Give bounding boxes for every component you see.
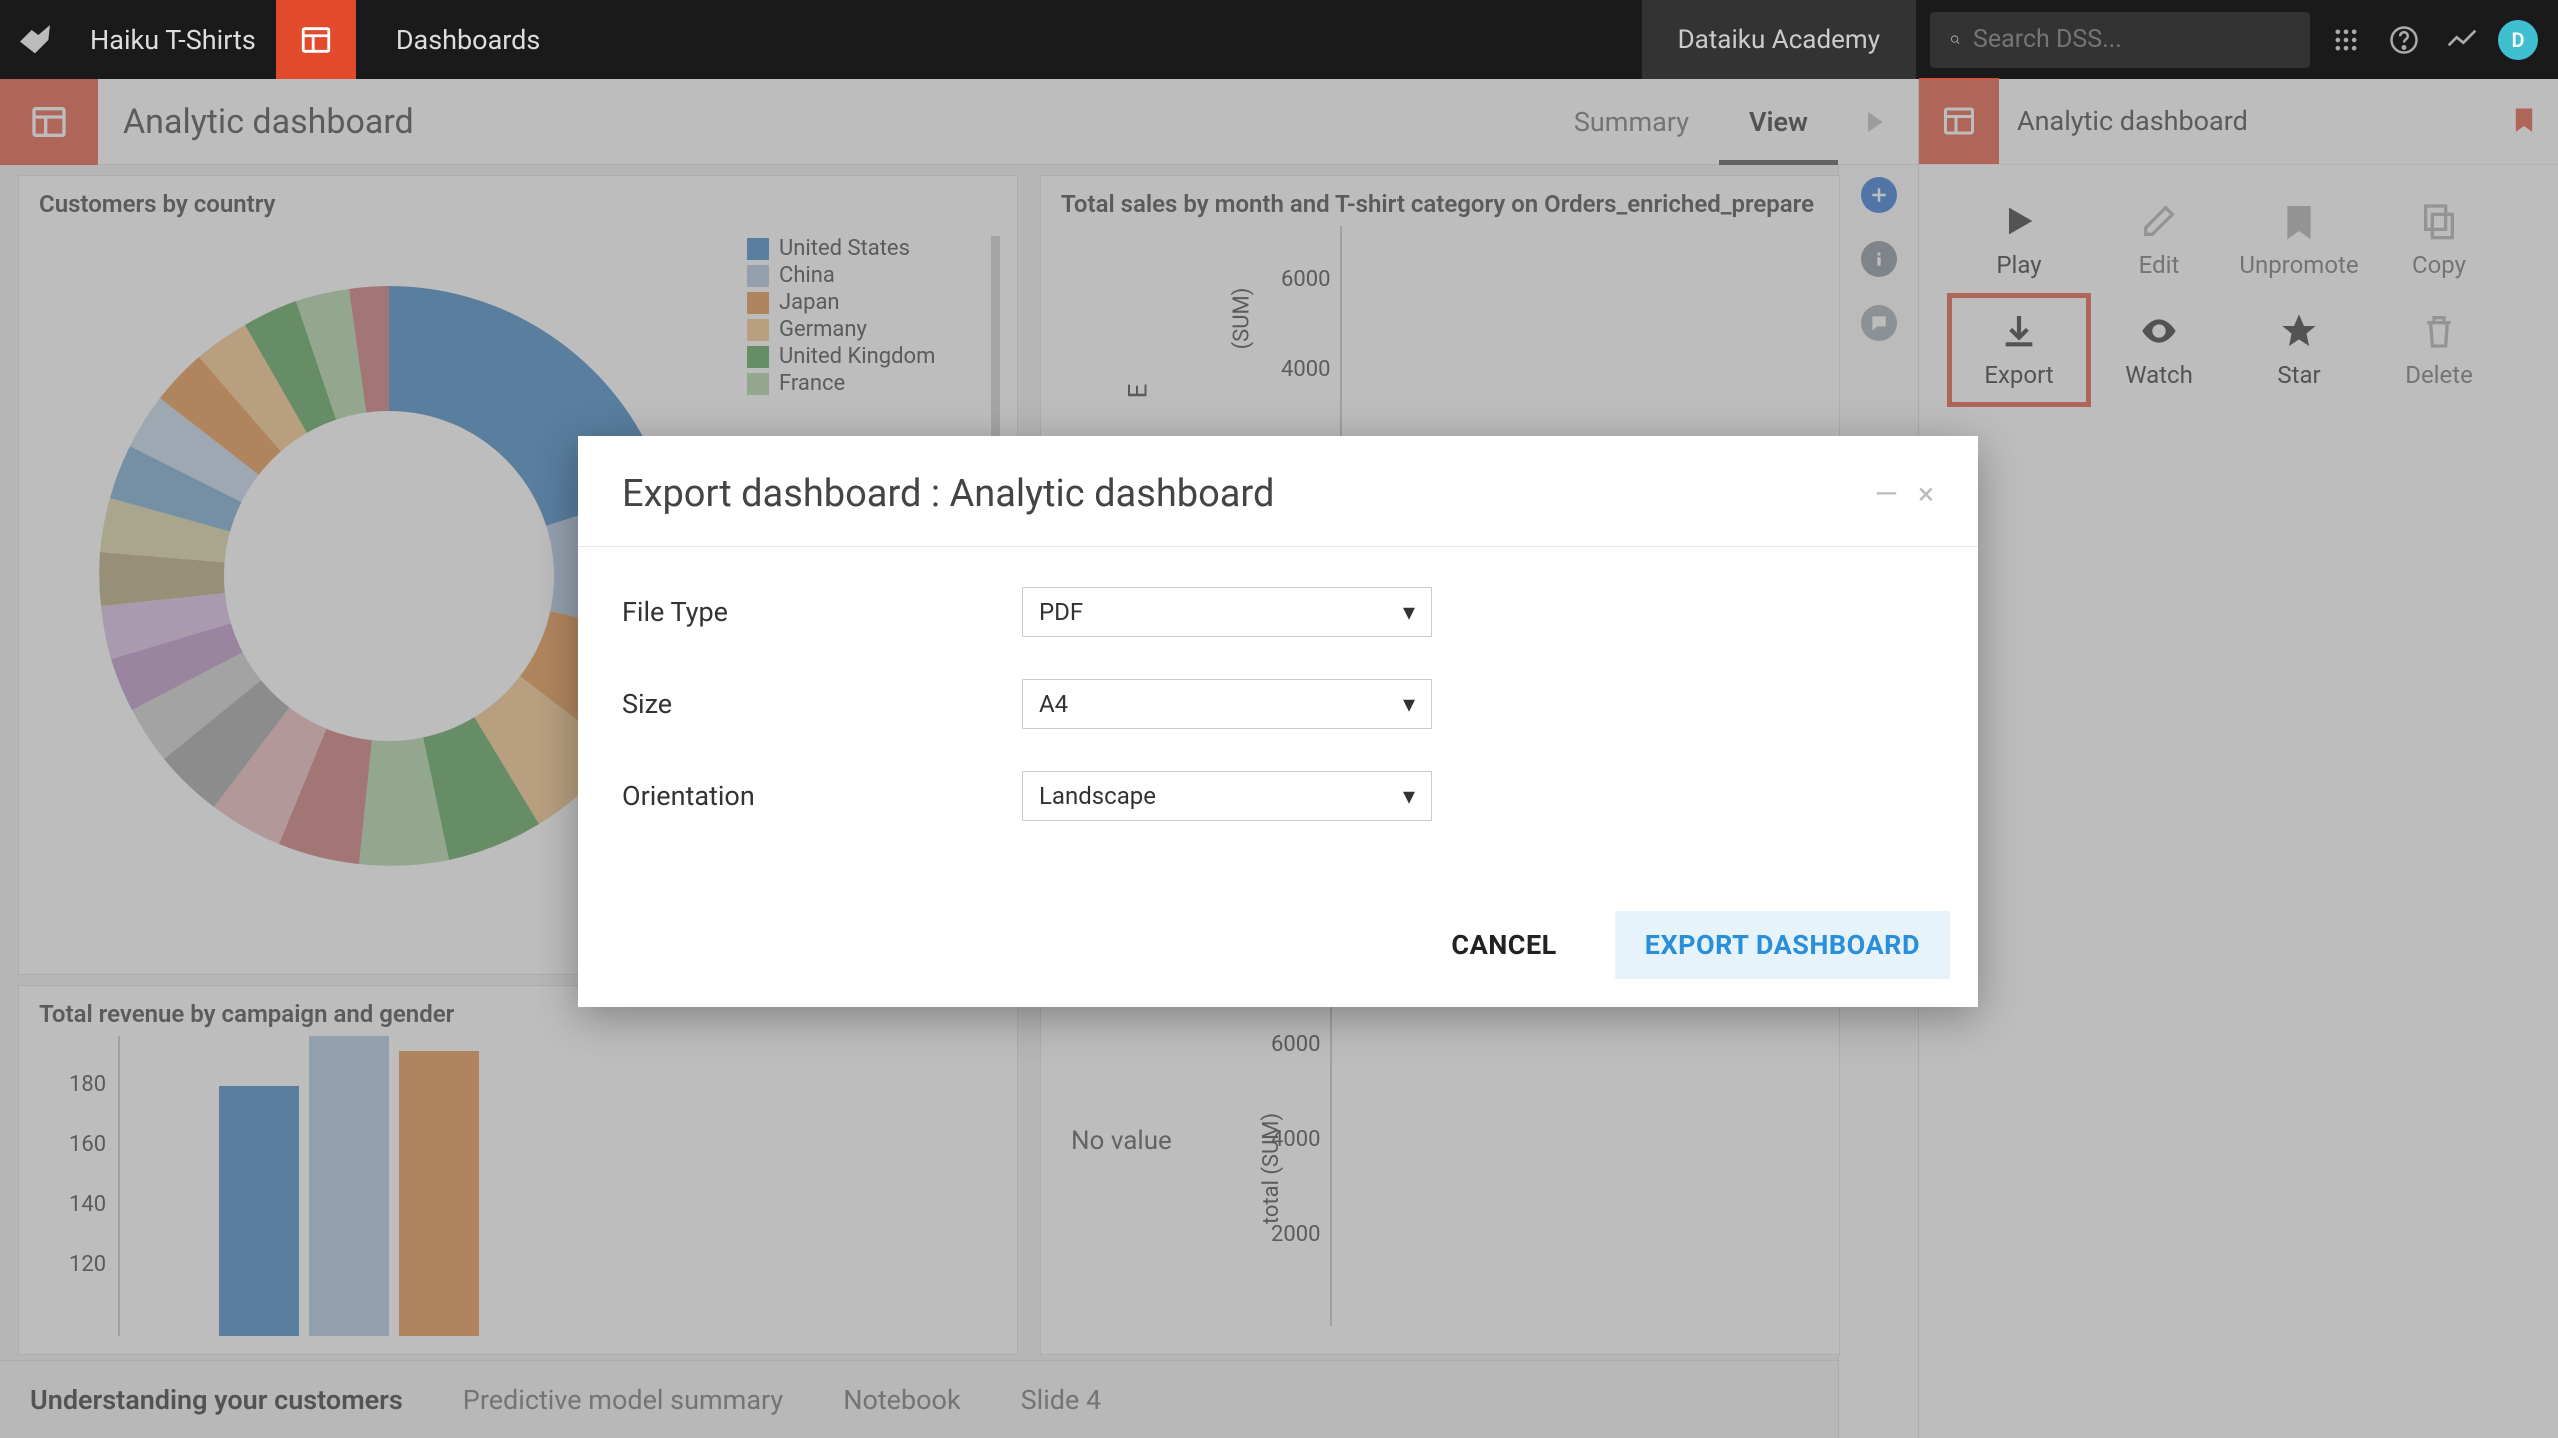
size-select[interactable]: A4▾: [1022, 679, 1432, 729]
activity-icon[interactable]: [2440, 18, 2484, 62]
topbar-left: Haiku T-Shirts Dashboards: [0, 0, 580, 79]
help-icon[interactable]: [2382, 18, 2426, 62]
file-type-select[interactable]: PDF▾: [1022, 587, 1432, 637]
search-icon: [1950, 27, 1961, 53]
chevron-down-icon: ▾: [1403, 690, 1415, 718]
chevron-down-icon: ▾: [1403, 598, 1415, 626]
export-modal: Export dashboard : Analytic dashboard — …: [578, 436, 1978, 1007]
search-box[interactable]: [1930, 12, 2310, 68]
modal-footer: CANCEL EXPORT DASHBOARD: [578, 893, 1978, 1007]
orientation-select[interactable]: Landscape▾: [1022, 771, 1432, 821]
apps-grid-icon[interactable]: [2324, 18, 2368, 62]
project-name[interactable]: Haiku T-Shirts: [70, 24, 276, 56]
dataiku-logo-icon[interactable]: [0, 0, 70, 79]
modal-header: Export dashboard : Analytic dashboard — …: [578, 436, 1978, 547]
orientation-label: Orientation: [622, 780, 1022, 812]
modal-title: Export dashboard : Analytic dashboard: [622, 472, 1274, 516]
form-row-file-type: File Type PDF▾: [622, 587, 1934, 637]
chevron-down-icon: ▾: [1403, 782, 1415, 810]
minimize-icon[interactable]: —: [1875, 477, 1898, 512]
form-row-orientation: Orientation Landscape▾: [622, 771, 1934, 821]
dashboard-glyph-tab[interactable]: [276, 0, 356, 79]
academy-button[interactable]: Dataiku Academy: [1642, 0, 1916, 79]
top-navbar: Haiku T-Shirts Dashboards Dataiku Academ…: [0, 0, 2558, 79]
cancel-button[interactable]: CANCEL: [1421, 911, 1586, 979]
topbar-right: Dataiku Academy D: [1642, 0, 2558, 79]
file-type-label: File Type: [622, 596, 1022, 628]
export-dashboard-button[interactable]: EXPORT DASHBOARD: [1615, 911, 1950, 979]
size-label: Size: [622, 688, 1022, 720]
search-input[interactable]: [1973, 25, 2290, 54]
user-avatar[interactable]: D: [2498, 20, 2538, 60]
close-icon[interactable]: ×: [1918, 477, 1934, 512]
nav-dashboards[interactable]: Dashboards: [356, 0, 581, 79]
modal-body: File Type PDF▾ Size A4▾ Orientation Land…: [578, 547, 1978, 893]
form-row-size: Size A4▾: [622, 679, 1934, 729]
